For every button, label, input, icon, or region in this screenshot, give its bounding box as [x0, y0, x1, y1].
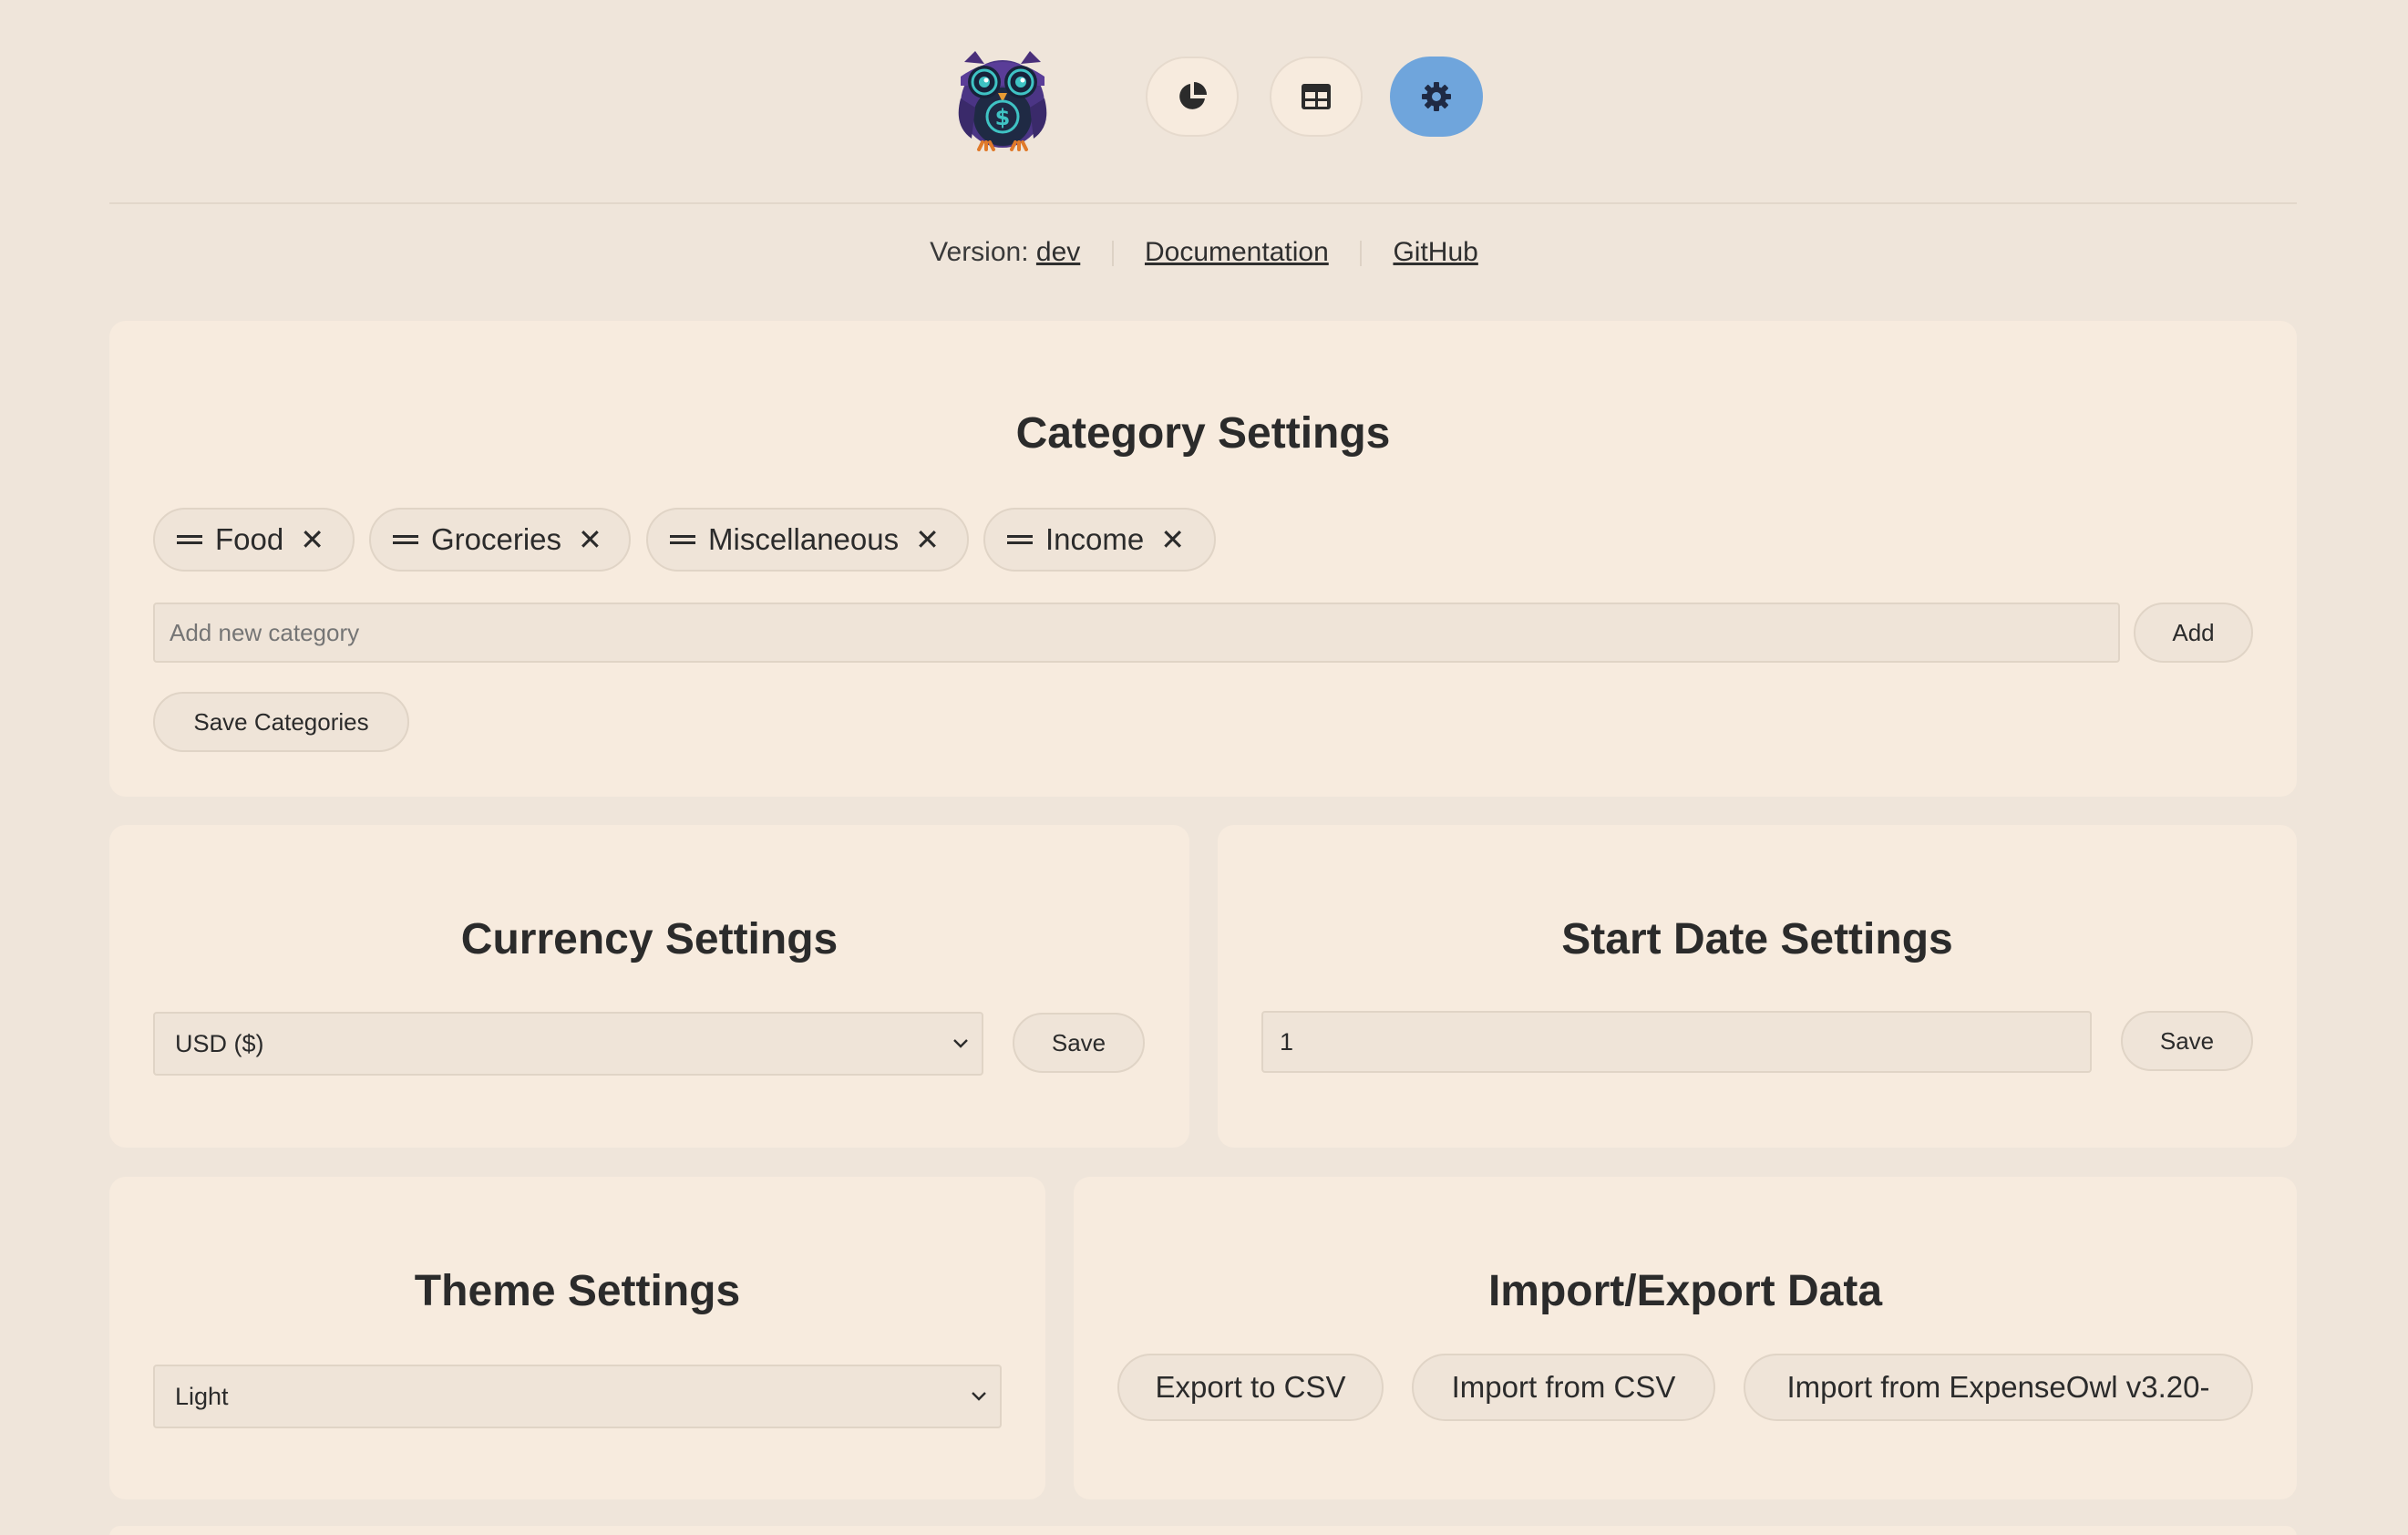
currency-selected-value: USD ($) [175, 1029, 264, 1057]
remove-category-icon[interactable]: ✕ [915, 522, 940, 557]
dashboard-nav-button[interactable] [1146, 57, 1239, 137]
category-tag[interactable]: Income ✕ [983, 508, 1216, 572]
start-date-input[interactable]: 1 [1261, 1011, 2092, 1073]
chevron-down-icon [972, 1392, 986, 1401]
import-csv-button[interactable]: Import from CSV [1412, 1354, 1715, 1421]
next-card-edge [109, 1526, 2297, 1535]
start-date-settings-card: Start Date Settings [1218, 825, 2297, 1148]
svg-text:$: $ [995, 105, 1011, 130]
export-csv-button[interactable]: Export to CSV [1117, 1354, 1384, 1421]
separator [1111, 241, 1114, 267]
separator [1360, 241, 1363, 267]
category-label: Income [1045, 522, 1145, 556]
currency-select[interactable]: USD ($) [153, 1012, 983, 1076]
theme-selected-value: Light [175, 1382, 229, 1410]
theme-settings-title: Theme Settings [414, 1267, 741, 1315]
category-label: Groceries [431, 522, 562, 556]
drag-handle-icon[interactable] [177, 531, 202, 548]
remove-category-icon[interactable]: ✕ [578, 522, 602, 557]
save-categories-button[interactable]: Save Categories [153, 692, 409, 752]
category-tag[interactable]: Miscellaneous ✕ [646, 508, 969, 572]
start-date-settings-title: Start Date Settings [1561, 915, 1953, 963]
table-nav-button[interactable] [1270, 57, 1363, 137]
new-category-input[interactable]: Add new category [153, 603, 2120, 663]
header-divider [109, 202, 2297, 204]
owl-logo-icon: $ [948, 44, 1057, 151]
pie-chart-icon [1179, 82, 1207, 109]
remove-category-icon[interactable]: ✕ [300, 522, 324, 557]
add-category-button[interactable]: Add [2134, 603, 2253, 663]
chevron-down-icon [953, 1039, 968, 1048]
currency-settings-card: Currency Settings [109, 825, 1189, 1148]
gear-icon [1422, 82, 1451, 111]
top-nav: $ [0, 0, 2408, 204]
category-label: Miscellaneous [708, 522, 900, 556]
settings-nav-button[interactable] [1390, 57, 1483, 137]
version-link[interactable]: dev [1036, 237, 1080, 267]
version-label: Version: [930, 237, 1029, 267]
save-start-date-button[interactable]: Save [2121, 1011, 2253, 1071]
import-export-card: Import/Export Data [1074, 1177, 2297, 1499]
save-currency-button[interactable]: Save [1013, 1013, 1145, 1073]
remove-category-icon[interactable]: ✕ [1160, 522, 1185, 557]
drag-handle-icon[interactable] [1007, 531, 1033, 548]
category-tag[interactable]: Groceries ✕ [369, 508, 631, 572]
category-settings-title: Category Settings [1015, 409, 1391, 458]
theme-select[interactable]: Light [153, 1365, 1002, 1428]
currency-settings-title: Currency Settings [460, 915, 839, 963]
documentation-link[interactable]: Documentation [1145, 237, 1329, 267]
category-label: Food [215, 522, 284, 556]
github-link[interactable]: GitHub [1393, 237, 1477, 267]
category-tag[interactable]: Food ✕ [153, 508, 355, 572]
drag-handle-icon[interactable] [670, 531, 695, 548]
version-bar: Version: dev Documentation GitHub [0, 237, 2408, 268]
import-export-title: Import/Export Data [1487, 1267, 1883, 1315]
theme-settings-card: Theme Settings [109, 1177, 1045, 1499]
import-legacy-button[interactable]: Import from ExpenseOwl v3.20- [1744, 1354, 2253, 1421]
drag-handle-icon[interactable] [393, 531, 418, 548]
table-icon [1302, 84, 1331, 109]
